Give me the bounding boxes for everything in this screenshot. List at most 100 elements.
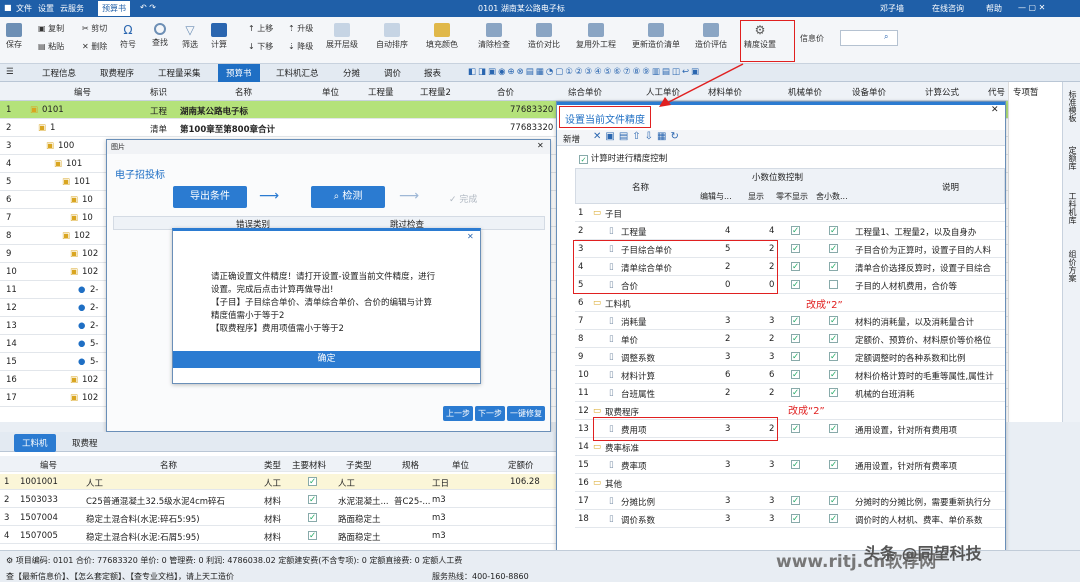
round-checkbox[interactable]: ✓ — [829, 316, 838, 325]
display-digits[interactable]: 2 — [769, 388, 774, 398]
round-checkbox[interactable]: ✓ — [829, 334, 838, 343]
copy-button[interactable]: ▣ 复制 — [38, 23, 64, 34]
round-checkbox[interactable] — [829, 280, 838, 289]
edit-digits[interactable]: 3 — [725, 514, 730, 524]
round-checkbox[interactable]: ✓ — [829, 244, 838, 253]
display-digits[interactable]: 3 — [769, 316, 774, 326]
round-checkbox[interactable]: ✓ — [829, 424, 838, 433]
tips-text[interactable]: 查【最新信息价】、【怎么套定额】、【查专业文档】，请上天工造价 — [6, 571, 234, 582]
tab-material-summary[interactable]: 工料机汇总 — [276, 67, 319, 79]
round-checkbox[interactable]: ✓ — [829, 262, 838, 271]
move-up-button[interactable]: ↑ 上移 — [248, 23, 273, 34]
copy-other-project-button[interactable]: 复用外工程 — [576, 23, 616, 50]
round-checkbox[interactable]: ✓ — [829, 226, 838, 235]
display-digits[interactable]: 3 — [769, 352, 774, 362]
toolbar-action-icons[interactable]: ✕▣▤⇧⇩▦↻ — [593, 131, 683, 142]
edit-digits[interactable]: 3 — [725, 460, 730, 470]
hide-zero-checkbox[interactable]: ✓ — [791, 514, 800, 523]
display-digits[interactable]: 3 — [769, 460, 774, 470]
menu-budget[interactable]: 预算书 — [98, 1, 130, 16]
material-row[interactable]: 4 1507005 稳定土混合料(水泥:石屑5:95) 材料 ✓ 路面稳定土 m3 — [0, 528, 556, 544]
symbol-button[interactable]: Ω 符号 — [120, 23, 136, 50]
precision-row[interactable]: 8 ▯ 单价 2 2 ✓ ✓ 定额价、预算价、材料原价等价格位 — [575, 330, 1005, 348]
clear-check-button[interactable]: 清除检查 — [478, 23, 510, 50]
precision-row[interactable]: 1 ▭ 子目 — [575, 204, 1005, 222]
precision-row[interactable]: 9 ▯ 调整系数 3 3 ✓ ✓ 定额调整时的各种系数和比例 — [575, 348, 1005, 366]
tab-project-info[interactable]: 工程信息 — [42, 67, 76, 79]
sidetab-price-plan[interactable]: 组价方案 — [1067, 250, 1078, 282]
main-material-checkbox[interactable]: ✓ — [308, 477, 317, 486]
fill-color-button[interactable]: 填充颜色 — [426, 23, 458, 50]
tab-fee-program[interactable]: 取费程序 — [100, 67, 134, 79]
edit-digits[interactable]: 4 — [725, 226, 730, 236]
hide-zero-checkbox[interactable]: ✓ — [791, 388, 800, 397]
main-material-checkbox[interactable]: ✓ — [308, 531, 317, 540]
round-checkbox[interactable]: ✓ — [829, 370, 838, 379]
prev-step-button[interactable]: 上一步 — [443, 406, 473, 421]
export-condition-button[interactable]: 导出条件 — [173, 186, 247, 208]
tab-budget[interactable]: 预算书 — [218, 64, 260, 82]
precision-row[interactable]: 7 ▯ 消耗量 3 3 ✓ ✓ 材料的消耗量，以及消耗量合计 — [575, 312, 1005, 330]
hide-zero-checkbox[interactable]: ✓ — [791, 460, 800, 469]
hide-zero-checkbox[interactable]: ✓ — [791, 370, 800, 379]
close-icon[interactable]: ✕ — [537, 141, 544, 150]
cut-button[interactable]: ✂ 剪切 — [82, 23, 107, 34]
edit-digits[interactable]: 3 — [725, 352, 730, 362]
hide-zero-checkbox[interactable]: ✓ — [791, 244, 800, 253]
display-digits[interactable]: 2 — [769, 334, 774, 344]
hide-zero-checkbox[interactable]: ✓ — [791, 226, 800, 235]
next-step-button[interactable]: 下一步 — [475, 406, 505, 421]
main-material-checkbox[interactable]: ✓ — [308, 495, 317, 504]
precision-row[interactable]: 6 ▭ 工料机 — [575, 294, 1005, 312]
sidetab-material-lib[interactable]: 工料机库 — [1067, 192, 1078, 224]
delete-button[interactable]: ✕ 删除 — [82, 41, 107, 52]
tab-allocation[interactable]: 分摊 — [343, 67, 360, 79]
hide-zero-checkbox[interactable]: ✓ — [791, 280, 800, 289]
sidetab-quota-lib[interactable]: 定额库 — [1067, 146, 1078, 170]
check-button[interactable]: ⌕ 检测 — [311, 186, 385, 208]
precision-row[interactable]: 11 ▯ 台班属性 2 2 ✓ ✓ 机械的台班消耗 — [575, 384, 1005, 402]
hide-zero-checkbox[interactable]: ✓ — [791, 424, 800, 433]
tab-materials[interactable]: 工料机 — [14, 434, 56, 452]
find-button[interactable]: 查找 — [152, 23, 168, 48]
hide-zero-checkbox[interactable]: ✓ — [791, 316, 800, 325]
tab-reports[interactable]: 报表 — [424, 67, 441, 79]
precision-row[interactable]: 17 ▯ 分摊比例 3 3 ✓ ✓ 分摊时的分摊比例，需要重新执行分 — [575, 492, 1005, 510]
precision-row[interactable]: 18 ▯ 调价系数 3 3 ✓ ✓ 调价时的人材机、费率、单价系数 — [575, 510, 1005, 528]
precision-row[interactable]: 15 ▯ 费率项 3 3 ✓ ✓ 通用设置，针对所有费率项 — [575, 456, 1005, 474]
precision-control-option[interactable]: ✓ 计算时进行精度控制 — [579, 152, 667, 164]
display-digits[interactable]: 3 — [769, 514, 774, 524]
precision-row[interactable]: 10 ▯ 材料计算 6 6 ✓ ✓ 材料价格计算时的毛重等属性,属性计 — [575, 366, 1005, 384]
expand-level-button[interactable]: 展开层级 — [326, 23, 358, 50]
material-row[interactable]: 1 1001001 人工 人工 ✓ 人工 工日 106.28 — [0, 474, 556, 490]
precision-row[interactable]: 2 ▯ 工程量 4 4 ✓ ✓ 工程量1、工程量2，以及自身办 — [575, 222, 1005, 240]
close-icon[interactable]: ✕ — [991, 105, 999, 115]
update-list-button[interactable]: 更新造价清单 — [632, 23, 680, 50]
edit-digits[interactable]: 3 — [725, 316, 730, 326]
hide-zero-checkbox[interactable]: ✓ — [791, 334, 800, 343]
material-row[interactable]: 3 1507004 稳定土混合料(水泥:碎石5:95) 材料 ✓ 路面稳定土 m3 — [0, 510, 556, 526]
new-button[interactable]: 新增 — [563, 133, 580, 145]
filter-button[interactable]: ▽ 筛选 — [182, 23, 198, 50]
tab-price-adjust[interactable]: 调价 — [384, 67, 401, 79]
hide-zero-checkbox[interactable]: ✓ — [791, 496, 800, 505]
ok-button[interactable]: 确定 — [173, 351, 480, 368]
one-click-fix-button[interactable]: 一键修复 — [507, 406, 545, 421]
round-checkbox[interactable]: ✓ — [829, 388, 838, 397]
edit-digits[interactable]: 2 — [725, 334, 730, 344]
round-checkbox[interactable]: ✓ — [829, 514, 838, 523]
precision-row[interactable]: 16 ▭ 其他 — [575, 474, 1005, 492]
display-digits[interactable]: 6 — [769, 370, 774, 380]
paste-button[interactable]: ▤ 粘贴 — [38, 41, 64, 52]
auto-sort-button[interactable]: 自动排序 — [376, 23, 408, 50]
downgrade-button[interactable]: ⇣ 降级 — [288, 41, 313, 52]
tab-fee-program-bottom[interactable]: 取费程 — [72, 437, 98, 449]
menu-cloud[interactable]: 云服务 — [60, 3, 84, 14]
tab-quantity-collect[interactable]: 工程量采集 — [158, 67, 201, 79]
menu-file[interactable]: 文件 — [16, 3, 32, 14]
hide-zero-checkbox[interactable]: ✓ — [791, 262, 800, 271]
save-button[interactable]: 保存 — [6, 23, 22, 50]
display-digits[interactable]: 4 — [769, 226, 774, 236]
undo-icon[interactable]: ↶ ↷ — [140, 3, 156, 12]
sidetab-template[interactable]: 标准模板 — [1067, 90, 1078, 122]
